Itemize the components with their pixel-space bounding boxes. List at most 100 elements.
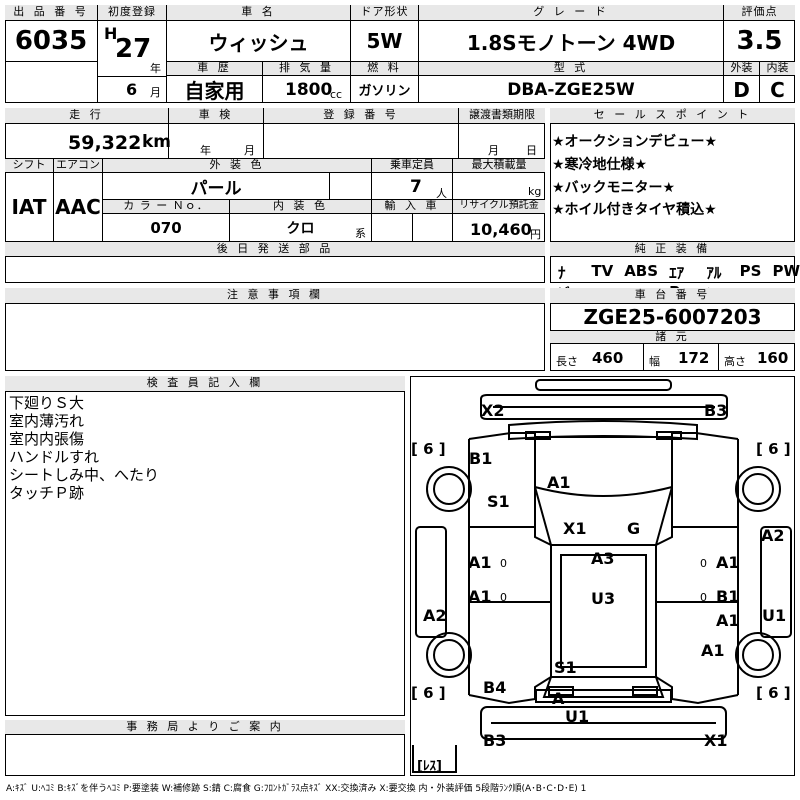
mark-b3-rear: B3 <box>483 731 507 750</box>
colorno-value: 070 <box>150 218 182 237</box>
score-value: 3.5 <box>736 26 783 56</box>
history-value: 自家用 <box>184 79 245 103</box>
inspection-year: 年 <box>200 144 211 157</box>
mark-a1-hood: A1 <box>547 473 571 492</box>
mark-s1-rear: S1 <box>554 658 577 677</box>
capacity-value: 7 <box>410 177 422 197</box>
note-line: ハンドルすれ <box>9 448 100 466</box>
inspection-month: 月 <box>244 144 255 157</box>
inspection-label: 車 検 <box>169 108 263 124</box>
chassis-number: ZGE25-6007203 <box>583 305 762 329</box>
mark-u3-roof: U3 <box>591 589 616 608</box>
mark-a3-roof: A3 <box>591 549 615 568</box>
tire-front-right: [ 6 ] <box>756 440 791 458</box>
note-line: 下廻りＳ大 <box>9 394 85 412</box>
height-value: 160 <box>757 349 789 367</box>
reg-year: 27 <box>115 34 152 64</box>
history-label: 車 歴 <box>167 62 262 76</box>
capacity-label: 乗車定員 <box>372 159 452 173</box>
mark-a2-right-top: A2 <box>761 526 785 545</box>
color-label: 外 装 色 <box>103 159 371 173</box>
import-label: 輸 入 車 <box>372 200 452 214</box>
tire-front-left: [ 6 ] <box>411 440 446 458</box>
mark-b4-rear-left: B4 <box>483 678 507 697</box>
mark-a1-left-front-door: A1 <box>468 553 492 572</box>
chassis-label: 車 台 番 号 <box>550 288 795 304</box>
lot-number: 6035 <box>14 26 88 56</box>
recycle-value: 10,460 <box>470 220 532 239</box>
ac-label: エアコン <box>54 158 102 173</box>
mark-u1-right: U1 <box>762 606 787 625</box>
spare-tire: [ﾚｽ] <box>417 759 442 774</box>
recycle-unit: 円 <box>530 228 541 241</box>
grade-label: グ レ ー ド <box>419 5 723 21</box>
exterior-value: D <box>733 77 750 102</box>
mileage-value: 59,322 <box>68 132 142 154</box>
transfer-label: 譲渡書類期限 <box>459 108 545 124</box>
later-parts-label: 後 日 発 送 部 品 <box>5 242 545 257</box>
first-reg-label: 初度登録 <box>98 5 166 21</box>
door-label: ドア形状 <box>351 5 418 21</box>
zero-mark: 0 <box>700 557 707 570</box>
recycle-label: リサイクル預託金 <box>453 200 545 214</box>
zero-mark: 0 <box>500 591 507 604</box>
width-value: 172 <box>678 349 710 367</box>
inspector-label: 検 査 員 記 入 欄 <box>5 376 405 392</box>
mark-b1-right-rear: B1 <box>716 587 740 606</box>
color-value: パール <box>190 178 242 199</box>
displacement-unit: cc <box>330 88 343 101</box>
displacement-value: 1800 <box>285 80 333 100</box>
mark-s1-front-left: S1 <box>487 492 510 511</box>
length-value: 460 <box>592 349 624 367</box>
intcolor-value: クロ <box>286 220 315 237</box>
fuel-label: 燃 料 <box>351 62 418 76</box>
sales-point-4: ★ホイル付きタイヤ積込★ <box>552 202 717 218</box>
load-unit: kg <box>528 185 542 198</box>
regno-label: 登 録 番 号 <box>264 108 458 124</box>
tire-rear-right: [ 6 ] <box>756 684 791 702</box>
fuel-value: ガソリン <box>358 84 411 99</box>
mark-a1-right-quarter: A1 <box>701 641 725 660</box>
sales-point-3: ★バックモニター★ <box>552 180 676 196</box>
mileage-label: 走 行 <box>5 108 168 124</box>
inspector-notes: 下廻りＳ大 室内薄汚れ 室内内張傷 ハンドルすれ シートしみ中、へたり タッチＰ… <box>9 394 159 502</box>
office-label: 事 務 局 よ り ご 案 内 <box>5 720 405 735</box>
shift-label: シフト <box>5 159 53 173</box>
name-label: 車 名 <box>167 5 350 21</box>
mark-a1-right-rear: A1 <box>716 611 740 630</box>
caution-label: 注 意 事 項 欄 <box>5 288 545 304</box>
intcolor-label: 内 装 色 <box>230 200 371 214</box>
note-line: シートしみ中、へたり <box>9 466 160 484</box>
equipment-label: 純 正 装 備 <box>550 242 795 257</box>
car-diagram: X2 B3 B1 S1 A1 X1 G A2 A1 A1 A3 A1 A1 U3… <box>410 376 795 776</box>
reg-month: 6 <box>126 80 138 99</box>
note-line: タッチＰ跡 <box>9 484 85 502</box>
car-outline <box>412 379 792 773</box>
note-line: 室内内張傷 <box>9 430 85 448</box>
mark-b1-front-left: B1 <box>469 449 493 468</box>
mark-b3-front: B3 <box>704 401 728 420</box>
note-line: 室内薄汚れ <box>9 412 85 430</box>
tire-rear-left: [ 6 ] <box>411 684 446 702</box>
width-label: 幅 <box>649 355 660 368</box>
year-unit: 年 <box>150 62 161 75</box>
mark-u1-rear: U1 <box>565 707 590 726</box>
model-label: 型 式 <box>419 62 723 76</box>
intcolor-unit: 系 <box>355 227 366 240</box>
damage-legend: A:ｷｽﾞ U:ﾍｺﾐ B:ｷｽﾞを伴うﾍｺﾐ P:要塗装 W:補修跡 S:錆 … <box>6 784 587 794</box>
mark-a1-right-front-door: A1 <box>716 553 740 572</box>
length-label: 長さ <box>556 355 578 368</box>
mark-x1-windshield: X1 <box>563 519 587 538</box>
mark-g-windshield: G <box>627 519 641 538</box>
mark-a2-left: A2 <box>423 606 447 625</box>
spec-label: 諸 元 <box>550 330 795 344</box>
score-label: 評価点 <box>724 5 795 21</box>
interior-label: 内装 <box>760 62 795 76</box>
sales-point-1: ★オークションデビュー★ <box>552 134 718 150</box>
mileage-unit: km <box>142 132 172 152</box>
shift-value: IAT <box>11 195 47 219</box>
transfer-month: 月 <box>488 144 499 157</box>
door-value: 5W <box>366 29 403 53</box>
sales-point-label: セ ー ル ス ポ イ ン ト <box>550 108 795 124</box>
zero-mark: 0 <box>700 591 707 604</box>
